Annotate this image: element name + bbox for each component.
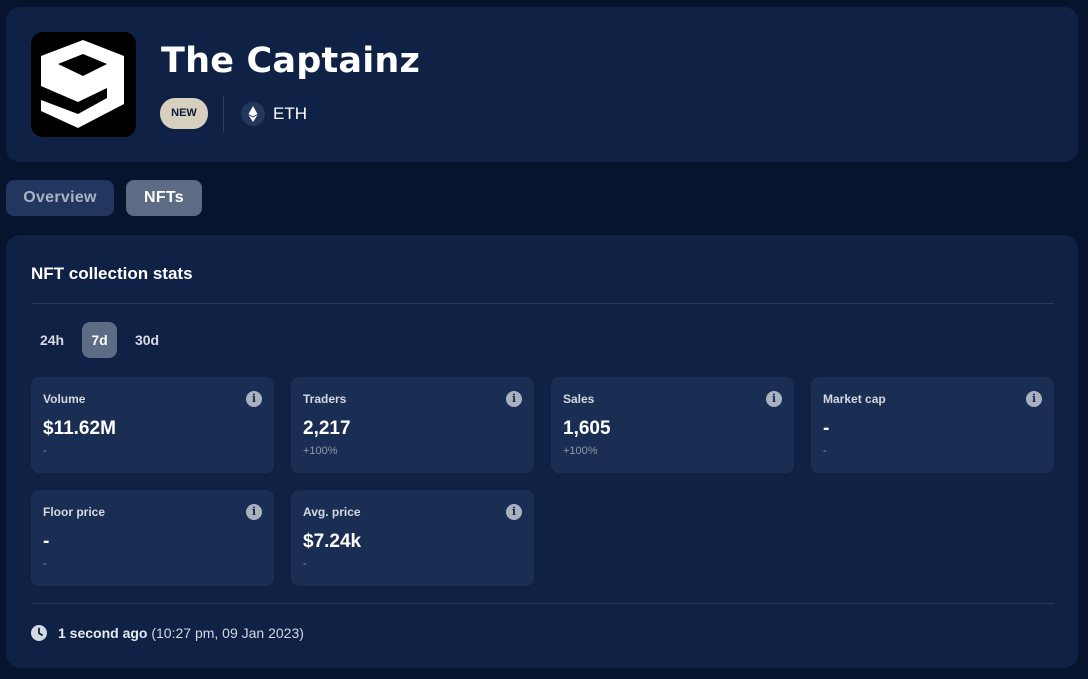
panel-title: NFT collection stats	[31, 264, 193, 283]
stat-change: +100%	[563, 445, 598, 457]
stat-card-sales: Sales i 1,605 +100%	[551, 377, 794, 473]
divider	[31, 603, 1054, 604]
period-7d-button[interactable]: 7d	[82, 322, 117, 358]
stat-change: -	[43, 445, 47, 457]
nine-logo-icon	[41, 40, 124, 128]
header-divider	[223, 96, 224, 132]
nft-stats-panel: NFT collection stats 24h 7d 30d Volume i…	[6, 235, 1078, 668]
collection-logo	[31, 32, 136, 137]
info-icon[interactable]: i	[246, 391, 262, 407]
updated-relative: 1 second ago	[58, 625, 148, 641]
period-24h-button[interactable]: 24h	[31, 322, 73, 358]
info-icon[interactable]: i	[1026, 391, 1042, 407]
stat-card-floor-price: Floor price i - -	[31, 490, 274, 586]
clock-icon	[31, 625, 47, 641]
stat-change: -	[303, 558, 307, 570]
stat-change: +100%	[303, 445, 338, 457]
info-icon[interactable]: i	[766, 391, 782, 407]
info-icon[interactable]: i	[246, 504, 262, 520]
updated-absolute: (10:27 pm, 09 Jan 2023)	[151, 625, 304, 641]
stat-card-volume: Volume i $11.62M -	[31, 377, 274, 473]
stat-card-avg-price: Avg. price i $7.24k -	[291, 490, 534, 586]
stat-change: -	[823, 445, 827, 457]
ethereum-icon	[241, 102, 265, 126]
stat-label: Sales	[563, 392, 595, 406]
stat-card-traders: Traders i 2,217 +100%	[291, 377, 534, 473]
collection-title: The Captainz	[161, 41, 421, 81]
stat-change: -	[43, 558, 47, 570]
stat-label: Floor price	[43, 505, 106, 519]
stat-value: 1,605	[563, 418, 611, 439]
last-updated: 1 second ago (10:27 pm, 09 Jan 2023)	[58, 625, 304, 641]
period-30d-button[interactable]: 30d	[126, 322, 168, 358]
stat-label: Traders	[303, 392, 347, 406]
chain-label: ETH	[273, 104, 307, 123]
stat-value: -	[823, 418, 830, 439]
collection-header: The Captainz NEW ETH	[6, 7, 1078, 162]
info-icon[interactable]: i	[506, 391, 522, 407]
tab-overview[interactable]: Overview	[6, 180, 114, 216]
stat-label: Market cap	[823, 392, 886, 406]
stat-value: 2,217	[303, 418, 351, 439]
stat-label: Volume	[43, 392, 86, 406]
info-icon[interactable]: i	[506, 504, 522, 520]
divider	[31, 303, 1054, 304]
stat-value: -	[43, 531, 50, 552]
new-badge: NEW	[160, 98, 208, 129]
stat-card-market-cap: Market cap i - -	[811, 377, 1054, 473]
tab-nfts[interactable]: NFTs	[126, 180, 202, 216]
stat-value: $11.62M	[43, 418, 116, 439]
stat-value: $7.24k	[303, 531, 362, 552]
stat-label: Avg. price	[303, 505, 361, 519]
